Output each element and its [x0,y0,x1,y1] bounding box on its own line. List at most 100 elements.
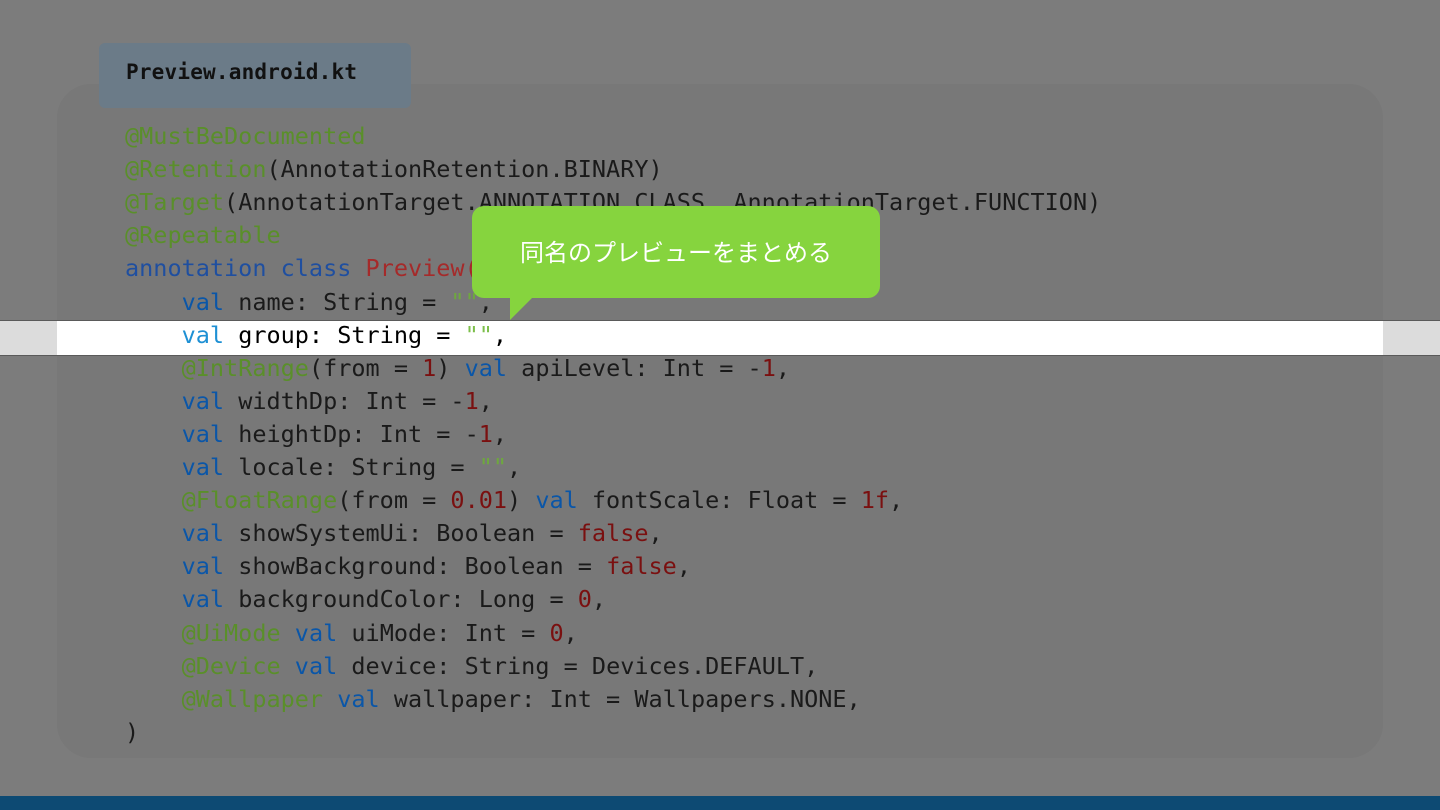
file-name-tab[interactable]: Preview.android.kt [99,43,411,108]
code-token: 1 [478,419,493,448]
code-token: @Retention [125,155,267,184]
code-token: backgroundColor: Long = [224,585,578,614]
code-token: , [492,320,508,349]
code-line: @Wallpaper val wallpaper: Int = Wallpape… [125,683,861,716]
code-token: val [181,287,225,316]
code-line: @Repeatable [125,219,281,252]
code-token: val [294,651,338,680]
code-token: ) [125,717,140,746]
code-line: annotation class Preview( [125,252,479,285]
code-line: val locale: String = "", [125,451,522,484]
code-token: @Wallpaper [181,684,324,713]
code-token: @FloatRange [181,486,338,515]
code-token: wallpaper: Int = Wallpapers.NONE, [379,684,861,713]
code-line: val showBackground: Boolean = false, [125,550,691,583]
code-token: (from = [337,486,451,515]
code-line: val backgroundColor: Long = 0, [125,583,606,616]
code-token: ) [436,353,465,382]
code-line: val showSystemUi: Boolean = false, [125,517,663,550]
code-token: false [606,552,677,581]
code-token: , [507,453,522,481]
code-token: @UiMode [181,618,281,647]
file-name-label: Preview.android.kt [126,60,358,84]
code-token: val [294,618,338,647]
code-line: @Device val device: String = Devices.DEF… [125,650,819,683]
code-token: , [591,585,607,614]
callout-text: 同名のプレビューをまとめる [520,238,832,267]
code-token: , [492,419,508,448]
code-token: 0 [577,585,592,614]
code-token: , [889,486,904,515]
code-token: class [280,254,352,283]
code-token: val [181,552,225,581]
code-line: @Retention(AnnotationRetention.BINARY) [125,153,663,186]
code-token: 1 [464,386,479,415]
code-token: (AnnotationRetention.BINARY) [266,155,663,184]
code-token: , [563,618,578,647]
code-token: , [648,519,663,548]
code-token: name: String = [224,287,451,316]
code-token: 1 [422,353,437,382]
code-token: @Target [125,188,225,217]
code-token: "" [464,320,493,349]
code-token: 1 [761,353,776,382]
code-token: val [464,353,508,382]
code-token: apiLevel: Int = - [507,353,762,382]
code-token: val [181,320,225,349]
code-token: ) [507,486,536,515]
code-token: @IntRange [181,353,309,382]
callout-bubble: 同名のプレビューをまとめる [472,206,880,298]
code-token: , [478,386,493,415]
code-token: 1f [860,486,890,515]
code-token: val [181,585,225,614]
code-line: @FloatRange(from = 0.01) val fontScale: … [125,484,904,517]
code-line: @MustBeDocumented [125,120,366,153]
code-token: heightDp: Int = - [224,419,479,448]
code-line: ) [125,716,139,749]
code-token: @Device [181,651,281,680]
code-line: val widthDp: Int = -1, [125,385,493,418]
code-token: , [676,552,691,581]
code-token: annotation [125,254,267,283]
code-token: false [577,519,649,548]
code-token: showBackground: Boolean = [224,552,607,581]
code-token: Preview( [365,254,479,283]
code-line: @IntRange(from = 1) val apiLevel: Int = … [125,352,790,385]
code-token: 0.01 [450,486,508,515]
code-token: widthDp: Int = - [224,386,465,415]
code-line: val name: String = "", [125,286,493,319]
code-line: val heightDp: Int = -1, [125,418,507,451]
code-token: , [775,353,791,382]
code-line: val group: String = "", [125,319,507,352]
code-token: locale: String = [224,453,479,481]
code-token: showSystemUi: Boolean = [224,519,578,548]
code-token: group: String = [224,320,465,349]
code-token: val [535,486,578,515]
code-token: fontScale: Float = [577,486,861,515]
code-token: @Repeatable [125,221,281,250]
code-token: device: String = Devices.DEFAULT, [337,651,819,680]
code-token: uiMode: Int = [337,618,550,647]
code-token: 0 [549,618,564,647]
code-token: val [181,419,225,448]
code-token: @MustBeDocumented [125,122,366,150]
callout-tail [510,296,534,320]
